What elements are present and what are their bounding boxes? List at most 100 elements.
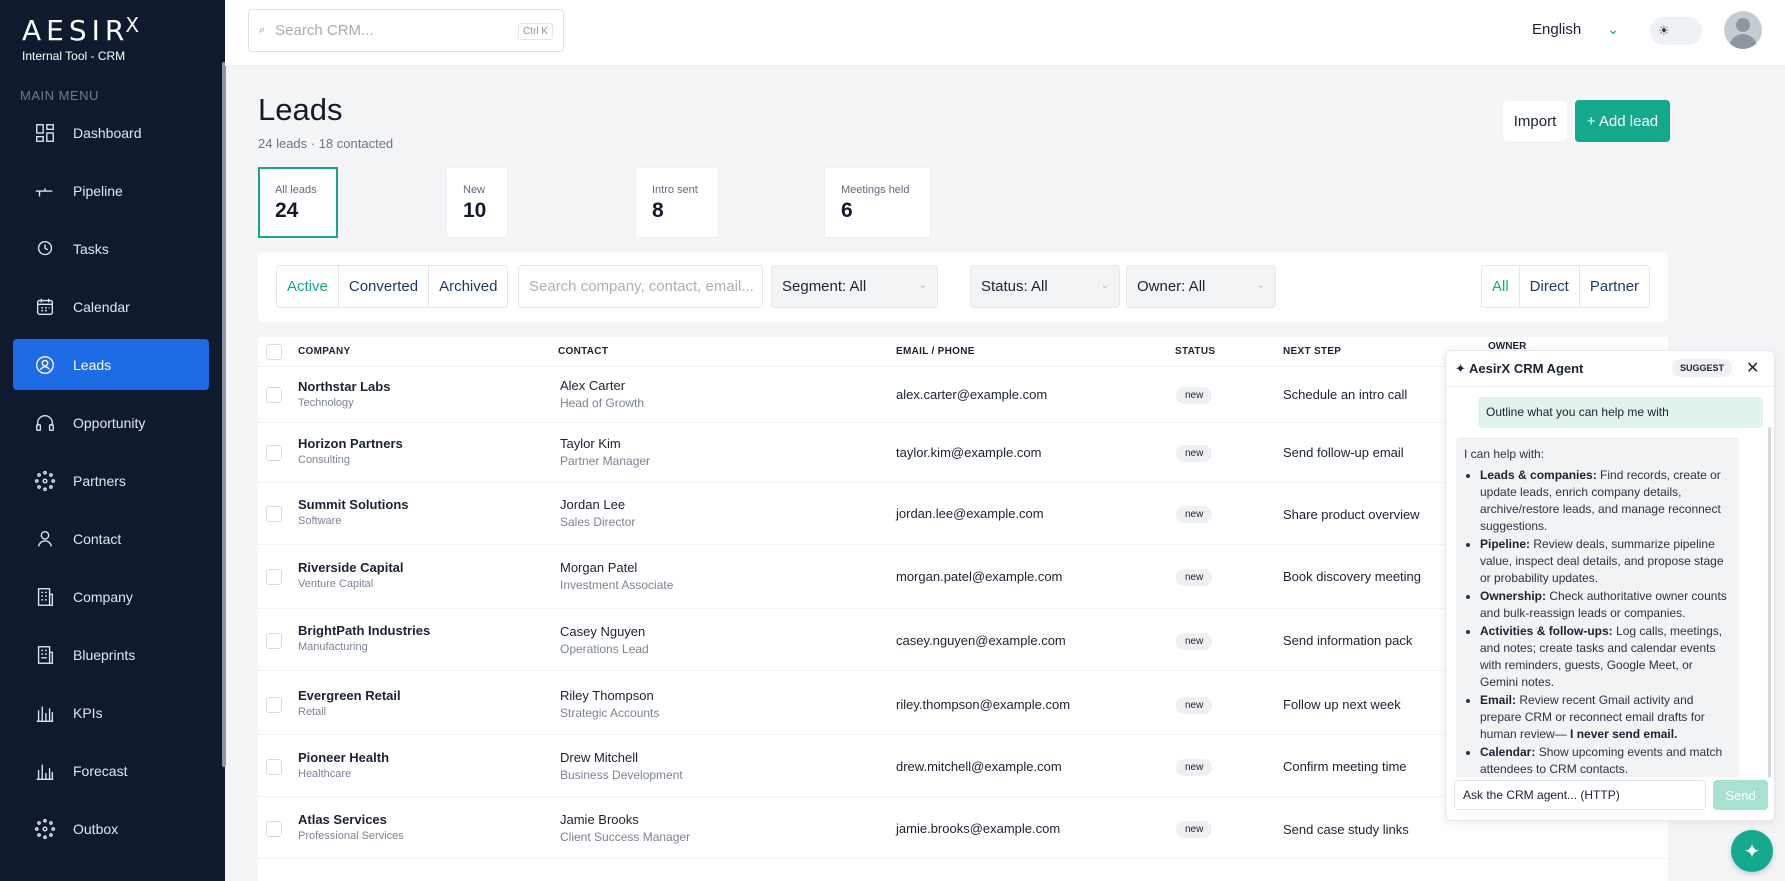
stat-value: 8 bbox=[652, 199, 664, 222]
stat-card-intro-sent[interactable]: Intro sent 8 bbox=[635, 167, 719, 238]
tab-converted[interactable]: Converted bbox=[339, 266, 430, 307]
status-filter-label: Status: All bbox=[981, 278, 1048, 295]
tab-active[interactable]: Active bbox=[277, 266, 339, 307]
clock-icon bbox=[33, 237, 57, 261]
add-lead-button[interactable]: + Add lead bbox=[1575, 100, 1670, 142]
sidebar-item-tasks[interactable]: Tasks bbox=[13, 223, 209, 274]
tab-archived[interactable]: Archived bbox=[429, 266, 507, 307]
global-search[interactable]: ⌕ Ctrl K bbox=[248, 9, 564, 52]
status-badge: new bbox=[1176, 445, 1213, 462]
sidebar-item-label: Partners bbox=[73, 472, 126, 489]
column-header-status[interactable]: STATUS bbox=[1175, 346, 1215, 357]
tab-all[interactable]: All bbox=[1482, 266, 1520, 307]
network-icon bbox=[33, 469, 57, 493]
company-name[interactable]: Evergreen Retail bbox=[298, 688, 401, 703]
sidebar-item-outbox[interactable]: Outbox bbox=[13, 803, 209, 854]
sidebar-item-calendar[interactable]: Calendar bbox=[13, 281, 209, 332]
agent-sparkle-icon[interactable]: ✦ bbox=[1731, 830, 1773, 872]
company-industry: Consulting bbox=[298, 454, 350, 466]
column-header-company[interactable]: COMPANY bbox=[298, 346, 350, 357]
sidebar-item-partners[interactable]: Partners bbox=[13, 455, 209, 506]
sidebar-item-pipeline[interactable]: Pipeline bbox=[13, 165, 209, 216]
sidebar-item-blueprints[interactable]: Blueprints bbox=[13, 629, 209, 680]
status-filter[interactable]: Status: All ⌄ bbox=[970, 265, 1120, 308]
sidebar-item-dashboard[interactable]: Dashboard bbox=[13, 107, 209, 158]
contact-email: jamie.brooks@example.com bbox=[896, 821, 1061, 836]
chevron-down-icon: ⌄ bbox=[918, 280, 927, 291]
brand[interactable]: AESIRX Internal Tool - CRM bbox=[22, 13, 143, 63]
row-checkbox[interactable] bbox=[266, 387, 282, 403]
language-select[interactable]: English ⌄ bbox=[1532, 21, 1619, 38]
company-industry: Software bbox=[298, 515, 342, 527]
search-icon: ⌕ bbox=[259, 24, 266, 36]
contact-role: Head of Growth bbox=[560, 396, 645, 410]
next-step: Follow up next week bbox=[1283, 697, 1401, 712]
lead-type-tabs: All Direct Partner bbox=[1481, 265, 1651, 308]
sidebar-item-company[interactable]: Company bbox=[13, 571, 209, 622]
column-header-email[interactable]: EMAIL / PHONE bbox=[896, 346, 975, 357]
row-checkbox[interactable] bbox=[266, 569, 282, 585]
pipeline-icon bbox=[33, 179, 57, 203]
company-industry: Healthcare bbox=[298, 768, 352, 780]
segment-filter-label: Segment: All bbox=[782, 278, 867, 295]
company-name[interactable]: Summit Solutions bbox=[298, 497, 409, 512]
leads-icon bbox=[33, 353, 57, 377]
lead-search-input[interactable] bbox=[518, 265, 763, 308]
close-icon[interactable]: ✕ bbox=[1746, 358, 1759, 378]
segment-filter[interactable]: Segment: All ⌄ bbox=[771, 265, 938, 308]
stat-value: 24 bbox=[275, 199, 299, 222]
row-checkbox[interactable] bbox=[266, 697, 282, 713]
agent-send-button[interactable]: Send bbox=[1713, 780, 1768, 810]
row-checkbox[interactable] bbox=[266, 445, 282, 461]
company-name[interactable]: BrightPath Industries bbox=[298, 623, 430, 638]
stat-value: 6 bbox=[841, 199, 853, 222]
contact-email: morgan.patel@example.com bbox=[896, 569, 1063, 584]
sun-icon: ☀ bbox=[1658, 23, 1670, 38]
agent-scrollbar[interactable] bbox=[1768, 427, 1771, 777]
contact-email: alex.carter@example.com bbox=[896, 387, 1048, 402]
row-checkbox[interactable] bbox=[266, 633, 282, 649]
sidebar-item-label: KPIs bbox=[73, 704, 103, 721]
company-name[interactable]: Horizon Partners bbox=[298, 436, 403, 451]
sidebar-item-contact[interactable]: Contact bbox=[13, 513, 209, 564]
company-industry: Manufacturing bbox=[298, 641, 368, 653]
theme-toggle[interactable]: ☀ bbox=[1650, 17, 1702, 45]
owner-filter[interactable]: Owner: All ⌄ bbox=[1126, 265, 1276, 308]
contact-role: Sales Director bbox=[560, 515, 636, 529]
user-avatar[interactable] bbox=[1724, 11, 1762, 49]
contact-role: Operations Lead bbox=[560, 642, 649, 656]
tab-partner[interactable]: Partner bbox=[1580, 266, 1649, 307]
chevron-down-icon: ⌄ bbox=[1607, 21, 1619, 37]
tab-direct[interactable]: Direct bbox=[1520, 266, 1580, 307]
sidebar-item-leads[interactable]: Leads bbox=[13, 339, 209, 390]
select-all-checkbox[interactable] bbox=[266, 344, 282, 360]
lead-state-tabs: Active Converted Archived bbox=[276, 265, 509, 308]
agent-mode-badge[interactable]: SUGGEST bbox=[1672, 359, 1733, 377]
company-name[interactable]: Atlas Services bbox=[298, 812, 387, 827]
stat-card-new[interactable]: New 10 bbox=[446, 167, 508, 238]
sidebar-item-opportunity[interactable]: Opportunity bbox=[13, 397, 209, 448]
contact-role: Strategic Accounts bbox=[560, 706, 660, 720]
outbox-icon bbox=[33, 817, 57, 841]
import-button[interactable]: Import bbox=[1503, 101, 1567, 141]
blueprint-icon bbox=[33, 643, 57, 667]
stat-card-meetings-held[interactable]: Meetings held 6 bbox=[824, 167, 931, 238]
agent-header: ✦ AesirX CRM Agent SUGGEST ✕ bbox=[1446, 351, 1774, 387]
row-checkbox[interactable] bbox=[266, 759, 282, 775]
agent-prompt-input[interactable] bbox=[1454, 780, 1706, 810]
capability-item: Activities & follow-ups: Log calls, meet… bbox=[1480, 623, 1729, 691]
column-header-next-step[interactable]: NEXT STEP bbox=[1283, 346, 1341, 357]
brand-logo: AESIRX bbox=[22, 13, 140, 47]
column-header-contact[interactable]: CONTACT bbox=[558, 346, 608, 357]
sidebar-scrollbar[interactable] bbox=[222, 62, 226, 767]
company-name[interactable]: Pioneer Health bbox=[298, 750, 389, 765]
company-name[interactable]: Northstar Labs bbox=[298, 379, 390, 394]
sidebar-item-kpis[interactable]: KPIs bbox=[13, 687, 209, 738]
headset-icon bbox=[33, 411, 57, 435]
sidebar-item-forecast[interactable]: Forecast bbox=[13, 745, 209, 796]
row-checkbox[interactable] bbox=[266, 506, 282, 522]
row-checkbox[interactable] bbox=[266, 821, 282, 837]
global-search-input[interactable] bbox=[275, 22, 506, 39]
stat-card-all-leads[interactable]: All leads 24 bbox=[258, 167, 338, 238]
company-name[interactable]: Riverside Capital bbox=[298, 560, 404, 575]
